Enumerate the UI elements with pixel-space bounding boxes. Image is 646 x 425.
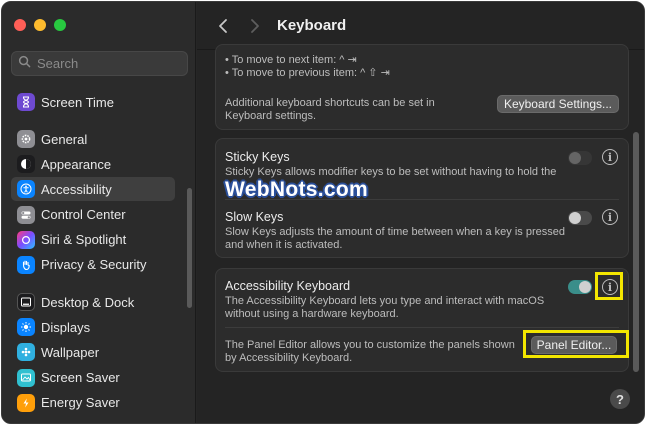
- sidebar-item-label: Privacy & Security: [41, 257, 147, 273]
- slow-keys-description: Slow Keys adjusts the amount of time bet…: [225, 226, 565, 251]
- settings-window: Screen Time General Appearance Acces: [1, 1, 645, 424]
- hand-icon: [17, 255, 35, 274]
- appearance-icon: [17, 155, 35, 174]
- sidebar-item-desktop-dock[interactable]: Desktop & Dock: [11, 290, 175, 314]
- keyboard-settings-button[interactable]: Keyboard Settings...: [497, 95, 619, 113]
- sidebar-group-top: Screen Time: [11, 90, 175, 115]
- sticky-keys-info-button[interactable]: i: [602, 149, 618, 165]
- sidebar-item-screen-saver[interactable]: Screen Saver: [11, 366, 175, 390]
- screen-saver-icon: [17, 368, 35, 387]
- wallpaper-icon: [17, 343, 35, 362]
- panel-editor-note: The Panel Editor allows you to customize…: [225, 339, 515, 364]
- shortcut-previous-item: • To move to previous item: ^ ⇧ ⇥: [225, 67, 390, 79]
- sidebar-item-label: Accessibility: [41, 181, 112, 197]
- sidebar-item-wallpaper[interactable]: Wallpaper: [11, 340, 175, 364]
- gear-icon: [17, 130, 35, 148]
- shortcuts-note: Additional keyboard shortcuts can be set…: [225, 97, 435, 122]
- dock-icon: [17, 293, 35, 311]
- sidebar-item-label: Wallpaper: [41, 344, 100, 360]
- slow-keys-toggle[interactable]: [568, 211, 592, 225]
- toolbar: Keyboard: [197, 2, 644, 50]
- search-box[interactable]: [11, 51, 188, 76]
- back-button[interactable]: [213, 16, 233, 36]
- sidebar-item-control-center[interactable]: Control Center: [11, 203, 175, 227]
- slow-keys-info-button[interactable]: i: [602, 209, 618, 225]
- maximize-window-button[interactable]: [54, 19, 66, 31]
- sidebar-item-general[interactable]: General: [11, 127, 175, 151]
- sidebar-item-label: Desktop & Dock: [41, 294, 135, 310]
- sidebar-item-screen-time[interactable]: Screen Time: [11, 90, 175, 114]
- sidebar-group-mid: General Appearance Accessibility Control…: [11, 127, 175, 278]
- sidebar-item-energy-saver[interactable]: Energy Saver: [11, 391, 175, 415]
- shortcut-next-item: • To move to next item: ^ ⇥: [225, 54, 357, 66]
- page-title: Keyboard: [277, 17, 347, 34]
- sidebar-item-siri-spotlight[interactable]: Siri & Spotlight: [11, 228, 175, 252]
- window-controls: [14, 19, 66, 31]
- chevron-left-icon: [219, 19, 227, 33]
- panel-editor-highlight-box: [523, 330, 629, 358]
- sidebar-item-displays[interactable]: Displays: [11, 315, 175, 339]
- accessibility-keyboard-description: The Accessibility Keyboard lets you type…: [225, 295, 545, 320]
- slow-keys-title: Slow Keys: [225, 210, 284, 224]
- minimize-window-button[interactable]: [34, 19, 46, 31]
- hourglass-icon: [17, 93, 35, 111]
- accessibility-icon: [17, 180, 35, 199]
- watermark-logo: WebNots.com: [225, 178, 368, 201]
- sidebar: Screen Time General Appearance Acces: [2, 2, 196, 423]
- sticky-keys-title: Sticky Keys: [225, 150, 290, 164]
- accessibility-keyboard-toggle[interactable]: [568, 280, 592, 294]
- sidebar-group-bottom: Desktop & Dock Displays Wallpaper Screen…: [11, 290, 175, 416]
- sidebar-item-label: General: [41, 131, 88, 147]
- info-highlight-box: [595, 272, 623, 300]
- accessibility-keyboard-title: Accessibility Keyboard: [225, 279, 351, 293]
- sidebar-item-label: Screen Saver: [41, 370, 120, 386]
- sidebar-item-appearance[interactable]: Appearance: [11, 152, 175, 176]
- search-input[interactable]: [37, 56, 177, 71]
- help-button[interactable]: ?: [610, 389, 630, 409]
- close-window-button[interactable]: [14, 19, 26, 31]
- sidebar-item-label: Control Center: [41, 207, 126, 223]
- battery-icon: [17, 393, 35, 412]
- sun-icon: [17, 318, 35, 337]
- sidebar-scrollbar[interactable]: [187, 188, 192, 308]
- sidebar-item-label: Energy Saver: [41, 395, 120, 411]
- sidebar-item-label: Screen Time: [41, 94, 114, 110]
- sidebar-item-privacy-security[interactable]: Privacy & Security: [11, 253, 175, 277]
- siri-icon: [17, 230, 35, 249]
- forward-button[interactable]: [245, 16, 265, 36]
- shortcuts-group: • To move to next item: ^ ⇥ • To move to…: [215, 44, 629, 130]
- divider: [225, 327, 619, 328]
- search-icon: [18, 55, 31, 73]
- main-pane: Keyboard • To move to next item: ^ ⇥ • T…: [197, 2, 644, 423]
- sidebar-item-label: Appearance: [41, 156, 112, 172]
- sticky-keys-toggle[interactable]: [568, 151, 592, 165]
- main-scrollbar[interactable]: [633, 132, 639, 372]
- sidebar-item-label: Displays: [41, 319, 91, 335]
- control-center-icon: [17, 205, 35, 224]
- chevron-right-icon: [251, 19, 259, 33]
- sidebar-item-label: Siri & Spotlight: [41, 232, 127, 248]
- sidebar-item-accessibility[interactable]: Accessibility: [11, 177, 175, 202]
